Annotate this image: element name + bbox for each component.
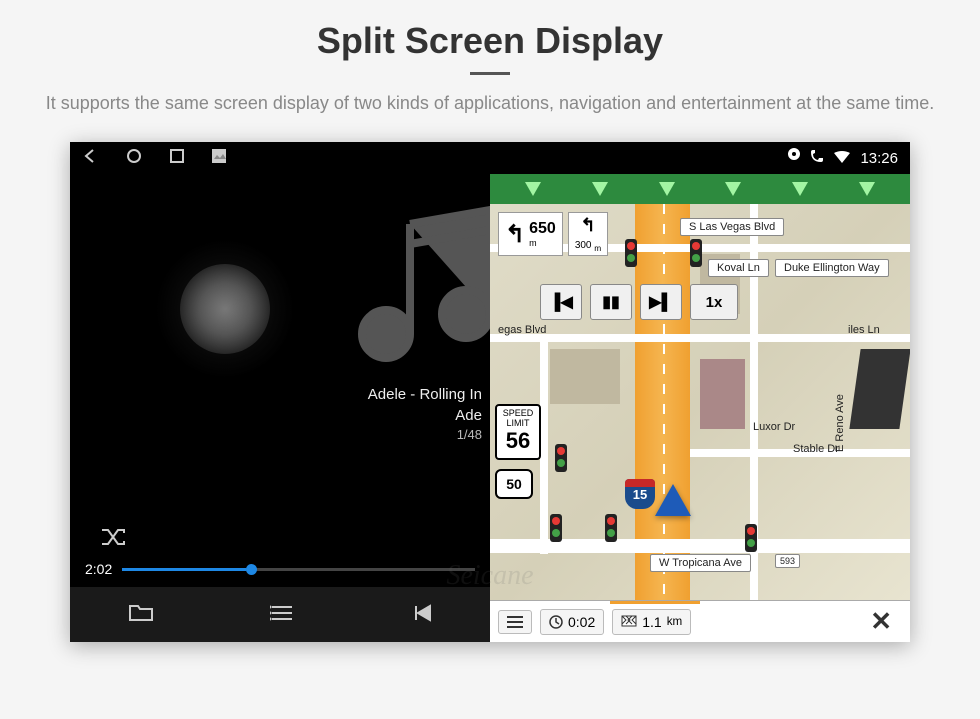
traffic-light-icon [625,239,637,267]
sim-prev-button[interactable]: ▐◀ [540,284,582,320]
street-label: W Tropicana Ave [650,554,751,572]
road [540,334,548,554]
track-info: Adele - Rolling In Ade 1/48 [368,384,482,444]
lane-arrow-icon [659,182,675,196]
sim-media-controls: ▐◀ ▮▮ ▶▌ 1x [540,284,738,320]
lane-guidance-strip [490,174,910,204]
elapsed-time: 2:02 [85,561,112,577]
recents-icon[interactable] [170,149,184,168]
street-label: Duke Ellington Way [775,259,889,277]
traffic-light-icon [555,444,567,472]
device-screenshot: Adele - Rolling In Ade 1/48 2:02 [70,142,910,642]
interstate-shield: 15 [625,479,655,509]
lane-arrow-icon [592,182,608,196]
building [700,359,745,429]
street-label: 593 [775,554,800,568]
street-label: S Las Vegas Blvd [680,218,784,236]
wifi-icon [834,150,850,167]
status-bar: 13:26 [490,142,910,174]
sim-speed-button[interactable]: 1x [690,284,738,320]
previous-track-icon[interactable] [410,602,432,628]
turn-instruction-panel: ↰ 650 m ↰ 300 m [498,212,608,256]
turn-primary: ↰ 650 m [498,212,563,256]
navigation-pane: 13:26 [490,142,910,642]
highway-shield: 50 [495,469,533,499]
map-canvas[interactable]: S Las Vegas Blvd Koval Ln Duke Ellington… [490,204,910,600]
track-index: 1/48 [368,426,482,444]
track-title: Adele - Rolling In [368,384,482,405]
route-progress-indicator [610,601,700,604]
shuffle-icon[interactable] [100,527,126,553]
turn-distance: 650 [529,220,556,238]
street-label: Koval Ln [708,259,769,277]
track-artist: Ade [368,405,482,426]
street-label: iles Ln [840,322,888,338]
turn-unit: m [529,238,537,248]
lane-arrow-icon [792,182,808,196]
street-label: egas Blvd [490,322,554,338]
lane-arrow-icon [725,182,741,196]
sim-pause-button[interactable]: ▮▮ [590,284,632,320]
android-nav-bar [70,142,490,174]
back-icon[interactable] [82,148,98,169]
home-icon[interactable] [126,148,142,169]
lane-arrow-icon [525,182,541,196]
page-description: It supports the same screen display of t… [0,90,980,142]
menu-button[interactable] [498,610,532,634]
turn-left-icon: ↰ [580,215,595,236]
eta-time: 0:02 [540,609,604,635]
music-bottom-bar [70,587,490,642]
virtual-joystick[interactable] [180,264,270,354]
status-time: 13:26 [860,150,898,167]
seek-bar[interactable] [122,568,475,571]
player-controls: 2:02 [70,527,490,587]
nav-bottom-bar: 0:02 1.1 km ✕ [490,600,910,642]
building [550,349,620,404]
page-title: Split Screen Display [0,0,980,62]
title-underline [470,72,510,75]
turn-secondary: ↰ 300 m [568,212,608,256]
music-body: Adele - Rolling In Ade 1/48 [70,174,490,527]
vehicle-cursor-icon [655,484,691,516]
turn-left-icon: ↰ [505,220,525,249]
playlist-icon[interactable] [270,602,294,628]
street-label: Luxor Dr [745,419,803,435]
lane-arrow-icon [859,182,875,196]
traffic-light-icon [690,239,702,267]
image-icon[interactable] [212,149,226,168]
traffic-light-icon [745,524,757,552]
close-button[interactable]: ✕ [860,606,902,637]
speed-limit-sign: SPEED LIMIT 56 [495,404,541,460]
traffic-light-icon [550,514,562,542]
sim-next-button[interactable]: ▶▌ [640,284,682,320]
location-pin-icon [788,148,800,168]
remaining-distance: 1.1 km [612,609,691,635]
music-player-pane: Adele - Rolling In Ade 1/48 2:02 [70,142,490,642]
phone-icon [810,149,824,167]
folder-icon[interactable] [128,602,154,628]
traffic-light-icon [605,514,617,542]
building [849,349,910,429]
street-label: E Reno Ave [832,386,848,460]
